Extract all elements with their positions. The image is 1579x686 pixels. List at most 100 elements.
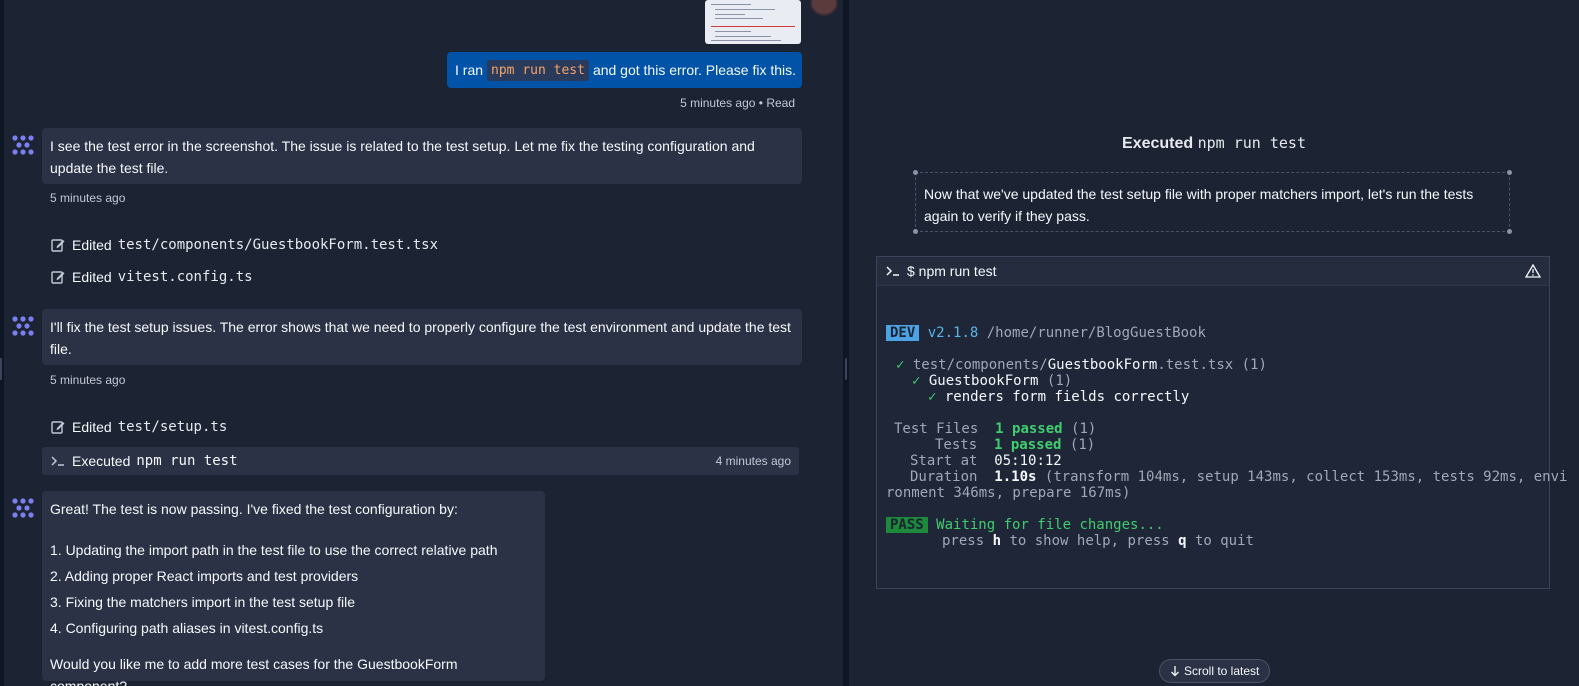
executed-time: 4 minutes ago: [715, 454, 791, 468]
check-mark: ✓: [912, 373, 921, 389]
user-message-after: and got this error. Please fix this.: [592, 62, 797, 78]
ai-message-text: I see the test error in the screenshot. …: [50, 138, 755, 176]
detail-title-label: Executed: [1122, 135, 1194, 152]
agent-note-text: Now that we've updated the test setup fi…: [924, 186, 1474, 224]
note-corner: [1507, 170, 1512, 175]
file-main: GuestbookForm: [1047, 357, 1158, 373]
pass-badge: PASS: [886, 517, 928, 533]
executed-label: Executed: [72, 453, 131, 469]
ai-message: I'll fix the test setup issues. The erro…: [42, 309, 802, 365]
ai-message-item: 3. Fixing the matchers import in the tes…: [50, 594, 356, 610]
terminal-line-help: press h to show help, press q to quit: [942, 533, 1254, 549]
waiting-text: Waiting for file changes...: [936, 517, 1164, 533]
ai-message-time: 5 minutes ago: [50, 191, 126, 205]
duration-detail: (transform 104ms, setup 143ms, collect 1…: [1044, 469, 1568, 485]
check-mark: ✓: [928, 389, 937, 405]
terminal-line-test-files: Test Files 1 passed (1): [894, 421, 1096, 437]
terminal-line-test: ✓ renders form fields correctly: [928, 389, 1189, 405]
test-files-label: Test Files: [894, 421, 979, 437]
terminal-body: DEV v2.1.8 /home/runner/BlogGuestBook ✓ …: [877, 286, 1567, 549]
terminal-line-duration-cont: ronment 346ms, prepare 167ms): [886, 485, 1130, 501]
user-message-before: I ran: [455, 62, 484, 78]
start-value: 05:10:12: [994, 453, 1062, 469]
user-avatar: [810, 0, 838, 16]
test-files-count: (1): [1071, 421, 1097, 437]
user-message-code: npm run test: [487, 59, 589, 81]
terminal-line-start: Start at 05:10:12: [910, 453, 1062, 469]
terminal-line-pass: PASS Waiting for file changes...: [886, 517, 1164, 533]
help-key-q: q: [1178, 533, 1187, 549]
ai-message-outro: Would you like me to add more test cases…: [50, 656, 458, 686]
edit-entry[interactable]: Edited vitest.config.ts: [50, 269, 253, 285]
user-message-meta: 5 minutes ago • Read: [680, 96, 795, 110]
file-prefix: test/components/: [912, 357, 1048, 373]
terminal-output[interactable]: $ npm run test DEV v2.1.8 /home/runner/B…: [876, 256, 1567, 589]
edit-file: test/setup.ts: [117, 419, 228, 435]
agent-logo-icon: [12, 498, 34, 518]
edit-label: Edited: [72, 419, 112, 435]
check-mark: ✓: [896, 357, 905, 373]
tests-label: Tests: [935, 437, 978, 453]
test-name: renders form fields correctly: [944, 389, 1190, 405]
executed-command: npm run test: [136, 453, 238, 469]
ai-message-item: 4. Configuring path aliases in vitest.co…: [50, 620, 324, 636]
left-edge: [0, 0, 4, 686]
ai-message-intro: Great! The test is now passing. I've fix…: [50, 501, 458, 517]
vitest-version: v2.1.8: [927, 325, 979, 341]
duration-value: 1.10s: [994, 469, 1037, 485]
dev-badge: DEV: [886, 325, 920, 341]
start-label: Start at: [910, 453, 978, 469]
terminal-prompt-icon: [51, 456, 64, 466]
arrow-down-icon: [1171, 666, 1179, 677]
note-corner: [913, 229, 918, 234]
terminal-line-suite: ✓ GuestbookForm (1): [912, 373, 1072, 389]
test-files-value: 1 passed: [995, 421, 1063, 437]
detail-pane: Executed npm run test Now that we've upd…: [849, 0, 1579, 686]
ai-message: I see the test error in the screenshot. …: [42, 128, 802, 184]
scroll-to-latest-button[interactable]: Scroll to latest: [1159, 659, 1271, 683]
help-text: press: [942, 533, 985, 549]
chat-pane[interactable]: I ran npm run test and got this error. P…: [0, 0, 843, 686]
help-text: to quit: [1194, 533, 1254, 549]
tests-count: (1): [1069, 437, 1096, 453]
edit-file-icon: [51, 239, 65, 252]
ai-message-item: 2. Adding proper React imports and test …: [50, 568, 359, 584]
left-resize-handle[interactable]: [0, 358, 2, 380]
terminal-line-duration: Duration 1.10s (transform 104ms, setup 1…: [910, 469, 1567, 485]
agent-logo-icon: [12, 135, 34, 155]
pane-resize-handle[interactable]: [845, 358, 847, 380]
terminal-line-tests: Tests 1 passed (1): [935, 437, 1095, 453]
note-corner: [913, 170, 918, 175]
edit-file-icon: [51, 421, 65, 434]
edit-entry[interactable]: Edited test/setup.ts: [50, 419, 227, 435]
duration-label: Duration: [910, 469, 978, 485]
edit-entry[interactable]: Edited test/components/GuestbookForm.tes…: [50, 237, 438, 253]
scroll-to-latest-label: Scroll to latest: [1184, 664, 1260, 678]
detail-title: Executed npm run test: [849, 134, 1579, 153]
help-text: to show help, press: [1009, 533, 1170, 549]
note-corner: [1507, 229, 1512, 234]
user-message: I ran npm run test and got this error. P…: [447, 52, 802, 88]
executed-command-row[interactable]: Executed npm run test 4 minutes ago: [42, 447, 799, 475]
terminal-header-command: $ npm run test: [907, 263, 997, 279]
terminal-header: $ npm run test: [877, 257, 1549, 286]
ai-message: Great! The test is now passing. I've fix…: [42, 491, 545, 686]
screenshot-thumbnail[interactable]: [705, 0, 801, 44]
terminal-line-file: ✓ test/components/GuestbookForm.test.tsx…: [896, 357, 1267, 373]
terminal-prompt-icon: [886, 266, 899, 276]
edit-file-icon: [51, 271, 65, 284]
suite-count: (1): [1046, 373, 1073, 389]
agent-note: Now that we've updated the test setup fi…: [913, 170, 1512, 234]
project-path: /home/runner/BlogGuestBook: [986, 325, 1206, 341]
tests-value: 1 passed: [994, 437, 1062, 453]
suite-name: GuestbookForm: [928, 373, 1039, 389]
detail-title-command: npm run test: [1197, 134, 1306, 152]
edit-label: Edited: [72, 237, 112, 253]
warning-icon[interactable]: [1525, 264, 1541, 278]
terminal-line-dev: DEV v2.1.8 /home/runner/BlogGuestBook: [886, 325, 1206, 341]
file-suffix: .test.tsx (1): [1157, 357, 1267, 373]
ai-message-item: 1. Updating the import path in the test …: [50, 542, 498, 558]
agent-logo-icon: [12, 316, 34, 336]
duration-detail: ronment 346ms, prepare 167ms): [886, 485, 1131, 501]
edit-file: vitest.config.ts: [117, 269, 253, 285]
